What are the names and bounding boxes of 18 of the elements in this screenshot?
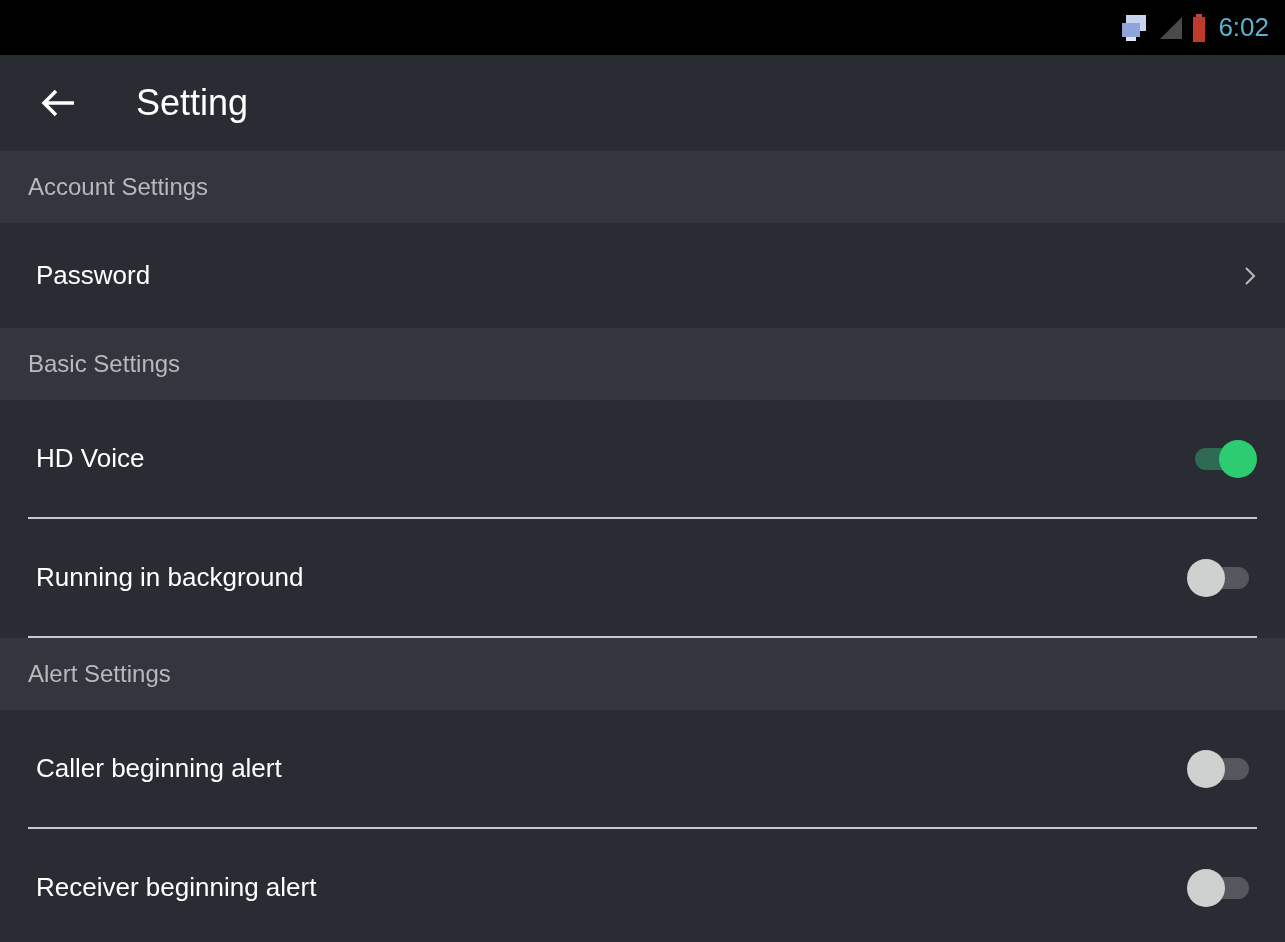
chevron-right-icon [1243,264,1257,287]
battery-icon [1192,13,1207,42]
section-title: Basic Settings [28,349,181,379]
setting-label: Caller beginning alert [36,752,282,785]
setting-label: Receiver beginning alert [36,871,317,904]
settings-row[interactable]: HD Voice [28,400,1257,517]
page-title: Setting [136,81,249,125]
setting-label: Password [36,259,151,292]
setting-label: HD Voice [36,442,145,475]
back-arrow-icon[interactable] [40,88,76,118]
clock: 6:02 [1218,11,1269,44]
settings-row[interactable]: Running in background [28,519,1257,636]
settings-row[interactable]: Receiver beginning alert [28,829,1257,942]
settings-row[interactable]: Caller beginning alert [28,710,1257,827]
settings-row[interactable]: Password [28,223,1257,328]
section-title: Alert Settings [28,659,171,689]
section-title: Account Settings [28,172,209,202]
setting-label: Running in background [36,561,304,594]
